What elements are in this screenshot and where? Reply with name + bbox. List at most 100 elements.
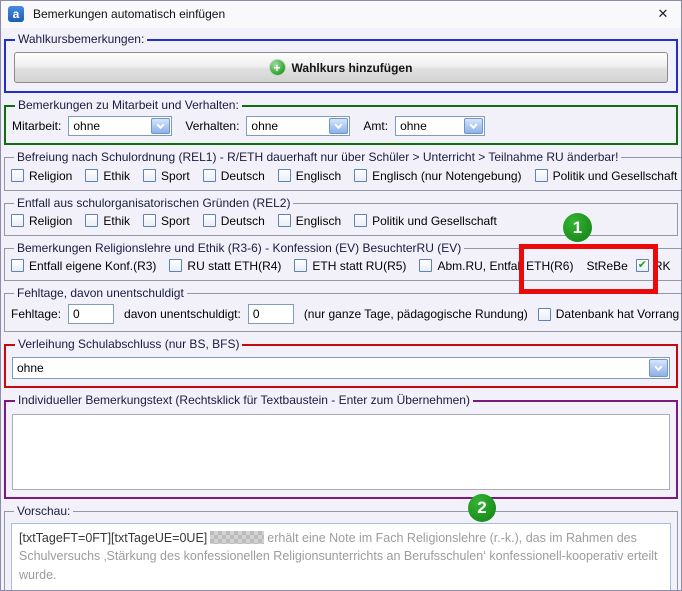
group-bemerkungstext: Individueller Bemerkungstext (Rechtsklic…: [4, 394, 678, 498]
bemerkungstext-textarea[interactable]: [12, 414, 670, 490]
group-legend: Bemerkungen zu Mitarbeit und Verhalten:: [15, 99, 242, 112]
checkbox-item[interactable]: Deutsch: [203, 214, 265, 228]
dropdown-value: ohne: [69, 117, 150, 135]
checkbox[interactable]: [143, 214, 156, 227]
button-label: Wahlkurs hinzufügen: [292, 61, 413, 75]
checkbox-item[interactable]: Englisch: [278, 169, 341, 183]
vorschau-text-box: [txtTageFT=0FT][txtTageUE=0UE]erhält ein…: [11, 523, 671, 591]
rundung-hint: (nur ganze Tage, pädagogische Rundung): [304, 307, 528, 321]
checkbox-item[interactable]: Abm.RU, Entfall ETH(R6): [419, 259, 573, 273]
checkbox-label: Religion: [29, 214, 72, 228]
checkbox-label: Ethik: [103, 214, 130, 228]
checkbox[interactable]: [203, 214, 216, 227]
strebe-label: StReBe: [586, 259, 627, 273]
checkbox-label: Englisch: [296, 214, 341, 228]
dropdown-value: ohne: [396, 117, 463, 135]
chevron-down-icon[interactable]: [151, 118, 170, 134]
checkbox-label: Englisch (nur Notengebung): [372, 169, 521, 183]
checkbox[interactable]: [85, 214, 98, 227]
checkbox-item-datenbank-vorrang[interactable]: Datenbank hat Vorrang: [538, 307, 679, 321]
group-rel2: Entfall aus schulorganisatorischen Gründ…: [4, 197, 678, 236]
chevron-down-icon[interactable]: [464, 118, 483, 134]
fehltage-label: Fehltage:: [11, 307, 61, 321]
group-legend: Individueller Bemerkungstext (Rechtsklic…: [15, 394, 473, 407]
group-legend: Wahlkursbemerkungen:: [15, 33, 147, 46]
checkbox-label: Politik und Gesellschaft: [553, 169, 678, 183]
checkbox-item[interactable]: Englisch: [278, 214, 341, 228]
checkbox[interactable]: [11, 259, 24, 272]
checkbox-label: Deutsch: [221, 169, 265, 183]
checkbox[interactable]: [11, 214, 24, 227]
checkbox-item[interactable]: Religion: [11, 214, 72, 228]
mitarbeit-label: Mitarbeit:: [12, 119, 61, 133]
checkbox[interactable]: [143, 169, 156, 182]
group-wahlkursbemerkungen: Wahlkursbemerkungen: + Wahlkurs hinzufüg…: [4, 33, 678, 93]
checkbox[interactable]: [535, 169, 548, 182]
vorschau-tokens: [txtTageFT=0FT][txtTageUE=0UE]: [19, 531, 207, 545]
checkbox[interactable]: [203, 169, 216, 182]
checkbox-item[interactable]: Ethik: [85, 169, 130, 183]
title-bar: a Bemerkungen automatisch einfügen ✕: [0, 0, 682, 28]
checkbox-item[interactable]: Deutsch: [203, 169, 265, 183]
chevron-down-icon[interactable]: [649, 359, 668, 377]
checkbox-item[interactable]: Politik und Gesellschaft: [535, 169, 678, 183]
app-icon: a: [8, 6, 24, 22]
verhalten-dropdown[interactable]: ohne: [246, 116, 350, 136]
checkbox[interactable]: [85, 169, 98, 182]
checkbox-label: Politik und Gesellschaft: [372, 214, 497, 228]
window-title: Bemerkungen automatisch einfügen: [33, 7, 225, 21]
group-legend: Entfall aus schulorganisatorischen Gründ…: [14, 197, 293, 210]
group-legend: Verleihung Schulabschluss (nur BS, BFS): [15, 338, 242, 351]
rel2-checkbox-row: Religion Ethik Sport Deutsch Englisch Politik…: [11, 214, 671, 228]
unentschuldigt-label: davon unentschuldigt:: [124, 307, 241, 321]
checkbox[interactable]: [294, 259, 307, 272]
group-legend: Vorschau:: [14, 505, 73, 518]
fehltage-input[interactable]: [68, 304, 114, 324]
checkbox-item[interactable]: Entfall eigene Konf.(R3): [11, 259, 156, 273]
checkbox-item[interactable]: Sport: [143, 169, 190, 183]
unentschuldigt-input[interactable]: [248, 304, 294, 324]
checkbox-label: Sport: [161, 214, 190, 228]
checkbox-item[interactable]: Religion: [11, 169, 72, 183]
group-rel1: Befreiung nach Schulordnung (REL1) - R/E…: [4, 151, 682, 190]
dropdown-value: ohne: [13, 358, 648, 378]
checkbox-label: Religion: [29, 169, 72, 183]
group-legend: Bemerkungen Religionslehre und Ethik (R3…: [14, 242, 464, 255]
amt-dropdown[interactable]: ohne: [395, 116, 485, 136]
checkbox-label: RU statt ETH(R4): [187, 259, 281, 273]
checkbox-item[interactable]: RU statt ETH(R4): [169, 259, 281, 273]
checkbox[interactable]: [419, 259, 432, 272]
checkbox-label: RK: [654, 259, 671, 273]
checkbox[interactable]: [354, 169, 367, 182]
schulabschluss-dropdown[interactable]: ohne: [12, 357, 670, 379]
checkbox[interactable]: [11, 169, 24, 182]
group-schulabschluss: Verleihung Schulabschluss (nur BS, BFS) …: [4, 338, 678, 388]
dialog-window: a Bemerkungen automatisch einfügen ✕ Wah…: [0, 0, 682, 591]
checkbox-item[interactable]: Englisch (nur Notengebung): [354, 169, 521, 183]
group-legend: Fehltage, davon unentschuldigt: [14, 287, 187, 300]
checkbox-label: Entfall eigene Konf.(R3): [29, 259, 156, 273]
plus-icon: +: [270, 60, 285, 75]
checkbox[interactable]: [278, 214, 291, 227]
checkbox-rk-checked[interactable]: ✔: [636, 259, 649, 272]
checkbox-datenbank-vorrang[interactable]: [538, 308, 551, 321]
checkbox-item[interactable]: ETH statt RU(R5): [294, 259, 406, 273]
checkbox-item-rk[interactable]: ✔ RK: [636, 259, 671, 273]
checkbox-label: Deutsch: [221, 214, 265, 228]
mitarbeit-dropdown[interactable]: ohne: [68, 116, 172, 136]
close-button[interactable]: ✕: [644, 0, 682, 28]
checkbox-label: Englisch: [296, 169, 341, 183]
checkbox[interactable]: [354, 214, 367, 227]
chevron-down-icon[interactable]: [329, 118, 348, 134]
checkbox-label: Abm.RU, Entfall ETH(R6): [437, 259, 573, 273]
dropdown-value: ohne: [247, 117, 328, 135]
wahlkurs-hinzufuegen-button[interactable]: + Wahlkurs hinzufügen: [14, 52, 668, 83]
checkbox-item[interactable]: Ethik: [85, 214, 130, 228]
checkbox-item[interactable]: Sport: [143, 214, 190, 228]
checkbox-label: ETH statt RU(R5): [312, 259, 406, 273]
verhalten-label: Verhalten:: [185, 119, 239, 133]
checkbox[interactable]: [169, 259, 182, 272]
checkbox[interactable]: [278, 169, 291, 182]
checkbox-item[interactable]: Politik und Gesellschaft: [354, 214, 497, 228]
amt-label: Amt:: [363, 119, 388, 133]
